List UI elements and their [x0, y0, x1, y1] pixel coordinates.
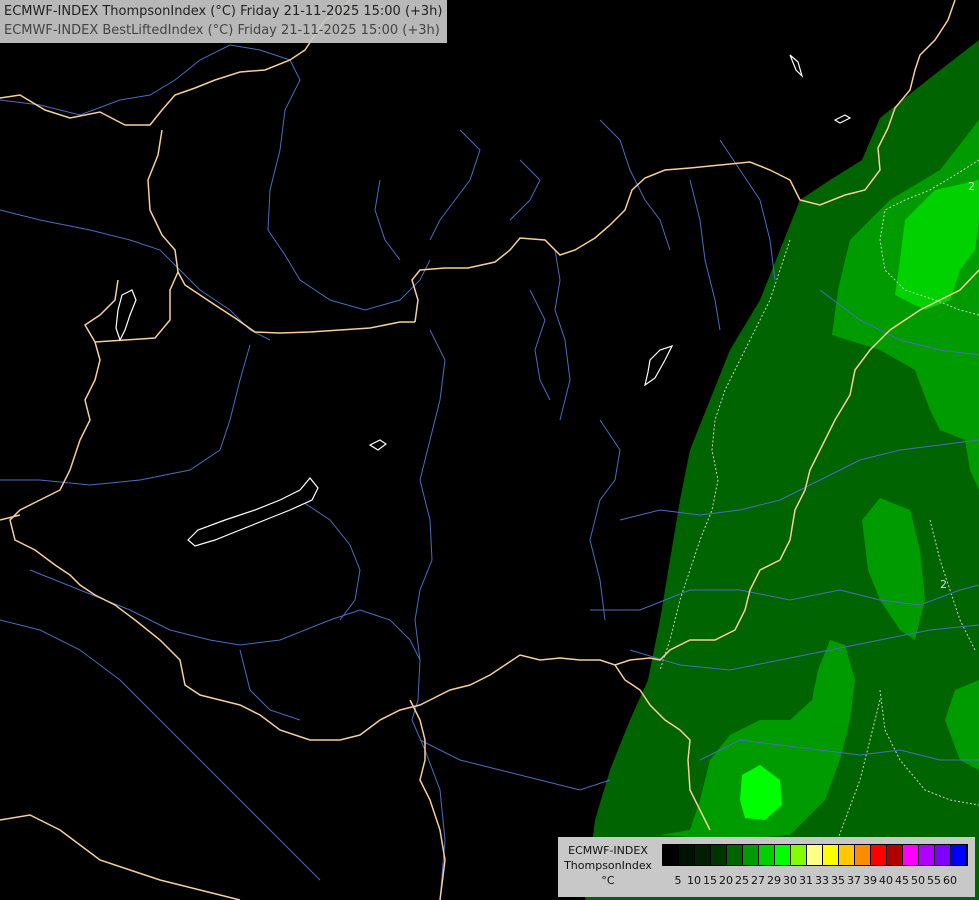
- legend-tick: 33: [815, 874, 829, 887]
- legend-swatch: [807, 845, 823, 865]
- legend-swatch: [727, 845, 743, 865]
- contour-label: 2: [940, 578, 947, 591]
- legend-tick: 37: [847, 874, 861, 887]
- legend-swatch: [743, 845, 759, 865]
- legend-tick: 35: [831, 874, 845, 887]
- legend-swatch: [775, 845, 791, 865]
- legend-tick-labels: 5 10 15 20 25 27 29 30 31 33 35 37 39 40 45 50 55 60: [670, 874, 958, 887]
- legend-tick: 50: [911, 874, 925, 887]
- weather-map: 2 2: [0, 0, 979, 900]
- legend-swatch: [839, 845, 855, 865]
- legend-swatch: [695, 845, 711, 865]
- legend-tick: 20: [719, 874, 733, 887]
- legend-model: ECMWF-INDEX: [568, 844, 648, 857]
- map-title: ECMWF-INDEX ThompsonIndex (°C) Friday 21…: [4, 4, 443, 19]
- legend-tick: 60: [943, 874, 957, 887]
- map-subtitle: ECMWF-INDEX BestLiftedIndex (°C) Friday …: [4, 23, 440, 38]
- legend-swatch: [711, 845, 727, 865]
- contour-label: 2: [968, 180, 975, 193]
- legend-variable: ThompsonIndex: [564, 859, 652, 872]
- legend-swatch: [679, 845, 695, 865]
- legend-color-bar: [662, 844, 968, 866]
- map-title-box: ECMWF-INDEX ThompsonIndex (°C) Friday 21…: [0, 0, 447, 43]
- legend-tick: 31: [799, 874, 813, 887]
- color-legend: ECMWF-INDEX ThompsonIndex °C 5 10 15 20 25 27…: [558, 837, 975, 897]
- legend-swatch: [791, 845, 807, 865]
- legend-swatch: [903, 845, 919, 865]
- legend-tick: 5: [674, 874, 682, 887]
- legend-tick: 29: [767, 874, 781, 887]
- legend-tick: 40: [879, 874, 893, 887]
- legend-tick: 30: [783, 874, 797, 887]
- legend-tick: 25: [735, 874, 749, 887]
- legend-tick: 45: [895, 874, 909, 887]
- legend-label: ECMWF-INDEX ThompsonIndex °C: [560, 843, 656, 888]
- legend-unit: °C: [601, 874, 615, 887]
- legend-swatch: [951, 845, 967, 865]
- legend-tick: 15: [703, 874, 717, 887]
- legend-swatch: [855, 845, 871, 865]
- legend-swatch: [759, 845, 775, 865]
- legend-swatch: [823, 845, 839, 865]
- legend-tick: 27: [751, 874, 765, 887]
- legend-tick: 10: [687, 874, 701, 887]
- legend-swatch: [919, 845, 935, 865]
- legend-swatch: [935, 845, 951, 865]
- legend-swatch: [663, 845, 679, 865]
- legend-swatch: [871, 845, 887, 865]
- legend-tick: 55: [927, 874, 941, 887]
- legend-swatch: [887, 845, 903, 865]
- legend-tick: 39: [863, 874, 877, 887]
